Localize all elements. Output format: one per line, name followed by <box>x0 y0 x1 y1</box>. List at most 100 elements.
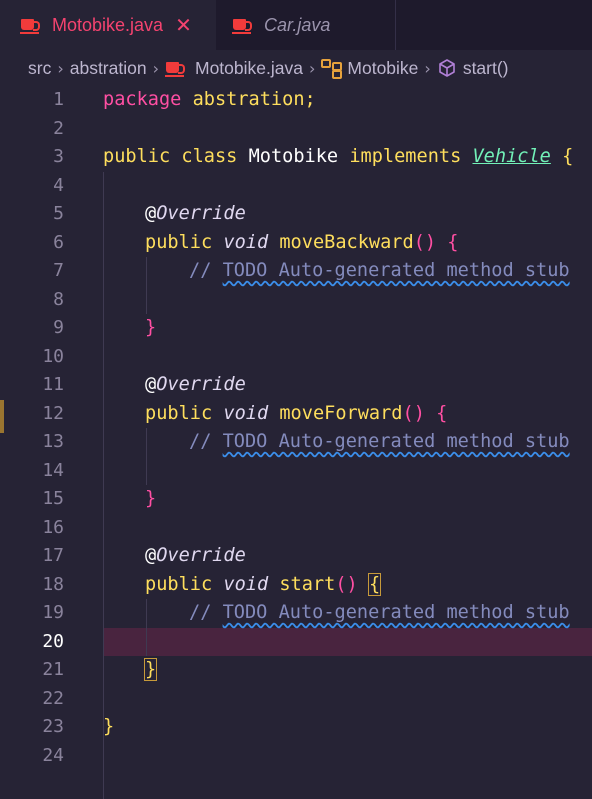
keyword-class: class <box>181 146 238 167</box>
method-icon <box>439 59 455 77</box>
line-number: 2 <box>53 117 64 139</box>
code-editor[interactable]: 1 2 3 4 5 6 7 8 9 10 11 12 13 14 15 16 1… <box>0 86 592 799</box>
keyword-void: void <box>223 402 269 424</box>
indent-guide <box>146 428 147 485</box>
annotation-override: Override <box>156 374 246 395</box>
line-number: 14 <box>42 459 64 481</box>
code-line[interactable]: public void moveBackward() { <box>145 229 459 258</box>
interface-name: Vehicle <box>472 146 551 167</box>
line-number: 15 <box>42 488 64 509</box>
annotation-at: @ <box>145 545 157 566</box>
annotation-override: Override <box>156 203 246 224</box>
todo-comment: TODO Auto-generated method stub <box>222 260 570 281</box>
class-open-brace: { <box>562 146 574 167</box>
chevron-right-icon: › <box>152 58 159 78</box>
line-number: 1 <box>53 89 64 110</box>
method-open-brace: { <box>447 231 459 253</box>
method-name: moveForward <box>279 402 403 424</box>
todo-comment: TODO Auto-generated method stub <box>222 602 570 623</box>
method-name: start <box>279 573 336 595</box>
close-icon[interactable]: ✕ <box>175 13 192 37</box>
keyword-void: void <box>223 231 269 253</box>
code-line[interactable]: public void moveForward() { <box>145 400 447 429</box>
code-line[interactable]: } <box>145 485 156 514</box>
keyword-public: public <box>103 146 171 167</box>
code-line[interactable]: } <box>145 314 156 343</box>
code-line[interactable]: // TODO Auto-generated method stub <box>189 257 570 286</box>
line-number: 7 <box>53 260 64 281</box>
code-line[interactable]: public void start() { <box>145 571 382 600</box>
method-close-brace: } <box>145 488 157 509</box>
class-name: Motobike <box>248 146 339 167</box>
class-close-brace: } <box>103 716 115 737</box>
breadcrumb-item-class[interactable]: Motobike <box>347 58 418 79</box>
method-close-brace: } <box>145 317 157 338</box>
comment-prefix: // <box>189 431 223 452</box>
code-line[interactable]: package abstration; <box>103 86 316 115</box>
todo-comment: TODO Auto-generated method stub <box>222 431 570 452</box>
breadcrumb: src › abstration › Motobike.java › Motob… <box>0 50 592 86</box>
java-icon <box>232 15 252 35</box>
indent-guide <box>146 599 147 656</box>
tab-label: Motobike.java <box>52 14 164 35</box>
java-icon <box>20 15 40 35</box>
line-number: 23 <box>42 716 64 737</box>
method-open-brace-matched: { <box>367 572 382 596</box>
keyword-void: void <box>223 573 269 595</box>
breadcrumb-item-abstration[interactable]: abstration <box>70 58 147 79</box>
package-name: abstration; <box>181 89 316 110</box>
breadcrumb-item-method[interactable]: start() <box>463 58 509 79</box>
method-parens: () <box>413 231 437 253</box>
keyword-public: public <box>145 402 213 424</box>
code-line[interactable]: @Override <box>145 542 246 571</box>
code-line[interactable]: public class Motobike implements Vehicle… <box>103 143 573 172</box>
code-line[interactable]: } <box>143 656 158 685</box>
line-number: 9 <box>53 317 64 338</box>
method-open-brace: { <box>436 402 448 424</box>
line-number: 17 <box>42 545 64 566</box>
line-number: 8 <box>53 288 64 310</box>
keyword-public: public <box>145 231 213 253</box>
chevron-right-icon: › <box>424 58 431 78</box>
line-number: 21 <box>42 659 64 680</box>
class-icon <box>321 59 343 79</box>
line-number-current: 20 <box>42 630 64 652</box>
line-number: 16 <box>42 516 64 538</box>
code-line[interactable]: @Override <box>145 371 246 400</box>
chevron-right-icon: › <box>308 58 316 78</box>
code-line[interactable]: // TODO Auto-generated method stub <box>189 599 570 628</box>
comment-prefix: // <box>189 260 223 281</box>
code-line[interactable]: // TODO Auto-generated method stub <box>189 428 570 457</box>
annotation-at: @ <box>145 203 157 224</box>
line-number: 19 <box>42 602 64 623</box>
line-number: 10 <box>42 345 64 367</box>
keyword-public: public <box>145 573 213 595</box>
line-number: 5 <box>53 203 64 224</box>
annotation-override: Override <box>156 545 246 566</box>
indent-guide <box>146 257 147 314</box>
method-parens: () <box>335 573 358 595</box>
keyword-package: package <box>103 89 182 110</box>
line-number: 18 <box>42 573 64 595</box>
line-number: 11 <box>42 374 64 395</box>
annotation-at: @ <box>145 374 157 395</box>
line-number: 3 <box>53 146 64 167</box>
code-line[interactable]: @Override <box>145 200 246 229</box>
method-name: moveBackward <box>279 231 414 253</box>
tab-car-java[interactable]: Car.java <box>216 0 396 50</box>
tab-bar: Motobike.java ✕ Car.java <box>0 0 592 50</box>
tab-label: Car.java <box>264 14 331 35</box>
line-number: 22 <box>42 687 64 709</box>
tab-motobike-java[interactable]: Motobike.java ✕ <box>0 0 216 50</box>
line-number: 13 <box>42 431 64 452</box>
breadcrumb-item-file[interactable]: Motobike.java <box>195 58 303 79</box>
code-line[interactable]: } <box>103 713 114 742</box>
chevron-right-icon: › <box>57 58 64 78</box>
breadcrumb-item-src[interactable]: src <box>28 58 51 79</box>
line-number: 4 <box>53 174 64 196</box>
indent-guide <box>103 171 104 799</box>
line-number: 6 <box>53 231 64 253</box>
keyword-implements: implements <box>349 146 462 167</box>
method-parens: () <box>402 402 425 424</box>
java-icon <box>165 58 185 78</box>
